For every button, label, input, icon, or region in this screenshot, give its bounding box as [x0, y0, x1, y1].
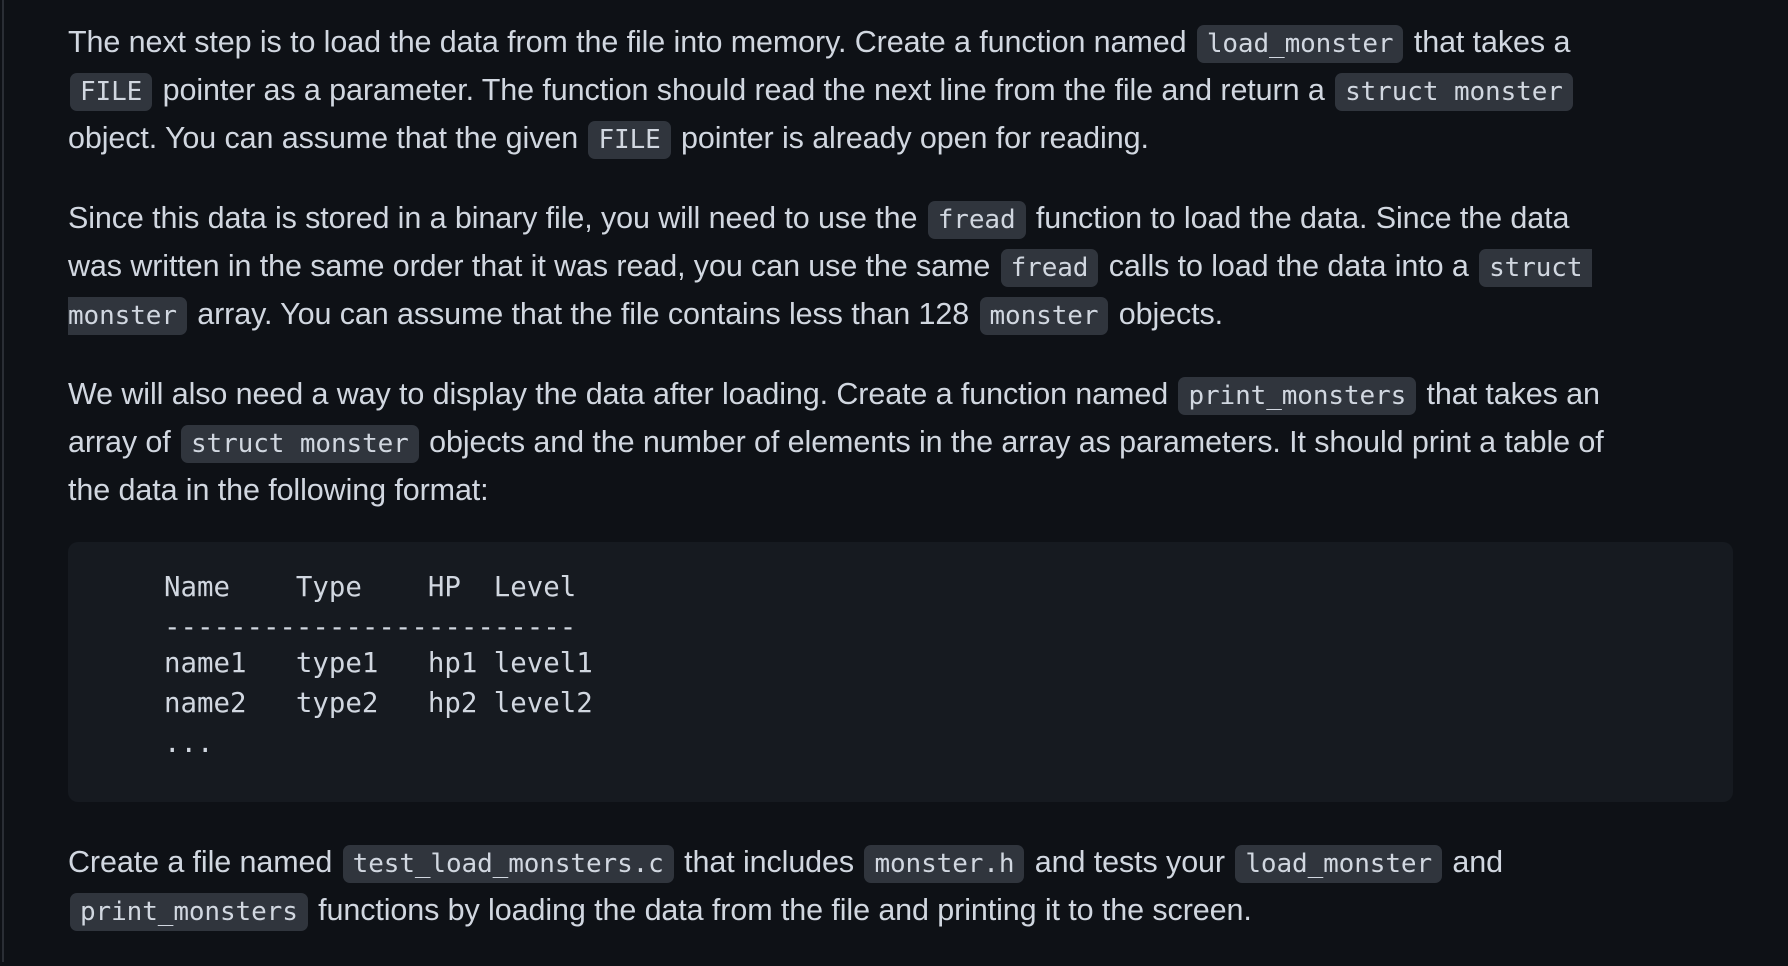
paragraph-line: object. You can assume that the given FI… [68, 114, 1733, 162]
inline-code: fread [927, 201, 1026, 239]
inline-code: monster [68, 297, 187, 335]
text-run: and tests your [1026, 845, 1234, 879]
text-run: functions by loading the data from the f… [309, 893, 1252, 927]
code-line-ellipsis: ... [164, 728, 214, 759]
paragraph-line: Since this data is stored in a binary fi… [68, 194, 1733, 242]
text-run: We will also need a way to display the d… [68, 377, 1177, 411]
inline-code: struct [1479, 249, 1593, 287]
paragraph-test-file: Create a file named test_load_monsters.c… [68, 838, 1733, 934]
paragraph-line: array of struct monster objects and the … [68, 418, 1733, 466]
text-run: that includes [675, 845, 863, 879]
inline-code: monster [979, 297, 1109, 335]
inline-code: load_monster [1235, 845, 1442, 883]
text-run: Create a file named [68, 845, 341, 879]
paragraph-line: print_monsters functions by loading the … [68, 886, 1733, 934]
code-block-text: Name Type HP Level ----------------------… [164, 568, 593, 764]
code-line-separator: ------------------------- [164, 612, 577, 643]
text-run: that takes a [1405, 25, 1571, 59]
code-line-row-1: name1 type1 hp1 level1 [164, 648, 593, 679]
inline-code: struct monster [180, 425, 419, 463]
inline-code: FILE [588, 121, 671, 159]
paragraph-line: We will also need a way to display the d… [68, 370, 1733, 418]
text-run: objects and the number of elements in th… [420, 425, 1604, 459]
document-content: The next step is to load the data from t… [68, 18, 1733, 966]
paragraph-line: the data in the following format: [68, 466, 1733, 514]
text-run: was written in the same order that it wa… [68, 249, 999, 283]
text-run: that takes an [1418, 377, 1600, 411]
text-run: The next step is to load the data from t… [68, 25, 1195, 59]
text-run: array. You can assume that the file cont… [188, 297, 978, 331]
inline-code: monster.h [864, 845, 1025, 883]
paragraph-line: was written in the same order that it wa… [68, 242, 1733, 290]
inline-code: print_monsters [70, 893, 308, 931]
text-run: objects. [1110, 297, 1224, 331]
text-run: calls to load the data into a [1100, 249, 1478, 283]
paragraph-line: monster array. You can assume that the f… [68, 290, 1733, 338]
inline-code: load_monster [1196, 25, 1404, 63]
paragraph-load-monster: The next step is to load the data from t… [68, 18, 1733, 162]
text-run: and [1444, 845, 1503, 879]
paragraph-line: Create a file named test_load_monsters.c… [68, 838, 1733, 886]
inline-code: struct monster [1335, 73, 1573, 111]
text-run: pointer is already open for reading. [672, 121, 1149, 155]
inline-code: FILE [70, 73, 153, 111]
text-run: Since this data is stored in a binary fi… [68, 201, 926, 235]
code-block-table-format: Name Type HP Level ----------------------… [68, 542, 1733, 802]
left-border-divider [2, 0, 4, 962]
paragraph-line: FILE pointer as a parameter. The functio… [68, 66, 1733, 114]
inline-code: test_load_monsters.c [342, 845, 674, 883]
text-run: pointer as a parameter. The function sho… [154, 73, 1334, 107]
code-line-header: Name Type HP Level [164, 572, 577, 603]
code-line-row-2: name2 type2 hp2 level2 [164, 688, 593, 719]
text-run: object. You can assume that the given [68, 121, 587, 155]
paragraph-fread: Since this data is stored in a binary fi… [68, 194, 1733, 338]
text-run: function to load the data. Since the dat… [1027, 201, 1570, 235]
paragraph-line: The next step is to load the data from t… [68, 18, 1733, 66]
inline-code: fread [1000, 249, 1099, 287]
text-run: array of [68, 425, 179, 459]
text-run: the data in the following format: [68, 473, 489, 507]
inline-code: print_monsters [1178, 377, 1417, 415]
paragraph-print-monsters: We will also need a way to display the d… [68, 370, 1733, 514]
